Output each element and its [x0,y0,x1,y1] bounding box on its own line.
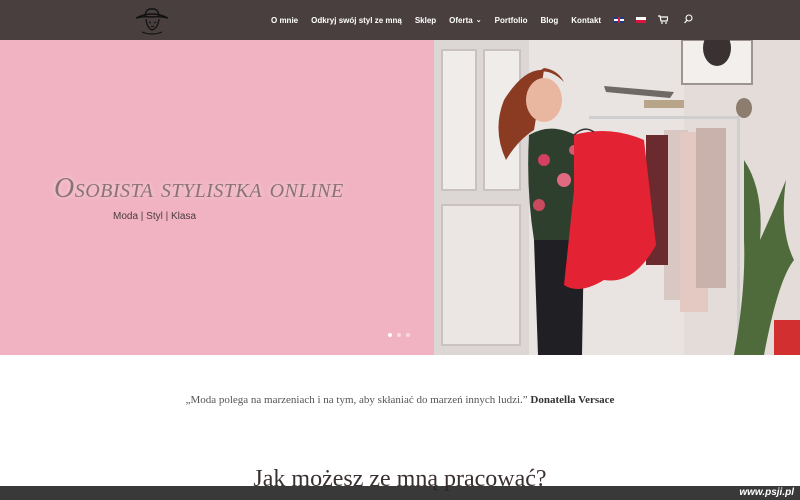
watermark-text: www.psji.pl [739,487,794,498]
nav-item-blog[interactable]: Blog [541,16,559,25]
nav-item-odkryj-styl[interactable]: Odkryj swój styl ze mną [311,16,402,25]
search-icon[interactable] [684,11,693,29]
hat-logo-icon[interactable] [134,6,170,36]
watermark-bar [0,486,800,500]
hero-slider: Osobista stylistka online Moda | Styl | … [0,40,800,355]
hero-photo-stylist [434,40,800,355]
quote: „Moda polega na marzeniach i na tym, aby… [0,394,800,406]
chevron-down-icon: ⌄ [475,17,482,24]
cart-icon[interactable] [658,11,669,29]
nav-item-o-mnie[interactable]: O mnie [271,16,298,25]
hero-subtitle: Moda | Styl | Klasa [113,211,197,222]
hero-title: Osobista stylistka online [54,173,344,204]
slider-dot-2[interactable] [397,333,401,337]
quote-author: Donatella Versace [530,394,615,406]
slider-pagination [388,333,410,337]
nav-item-oferta[interactable]: Oferta ⌄ [449,16,481,25]
quote-text: „Moda polega na marzeniach i na tym, aby… [185,394,528,406]
nav-item-kontakt[interactable]: Kontakt [571,16,601,25]
nav-item-oferta-label: Oferta [449,15,473,25]
nav-item-sklep[interactable]: Sklep [415,16,436,25]
nav-item-portfolio[interactable]: Portfolio [495,16,528,25]
site-header: O mnie Odkryj swój styl ze mną Sklep Ofe… [0,0,800,40]
main-nav: O mnie Odkryj swój styl ze mną Sklep Ofe… [271,0,709,40]
slider-dot-3[interactable] [406,333,410,337]
slider-dot-1[interactable] [388,333,392,337]
uk-flag-icon[interactable] [614,17,625,23]
pl-flag-icon[interactable] [636,17,647,23]
